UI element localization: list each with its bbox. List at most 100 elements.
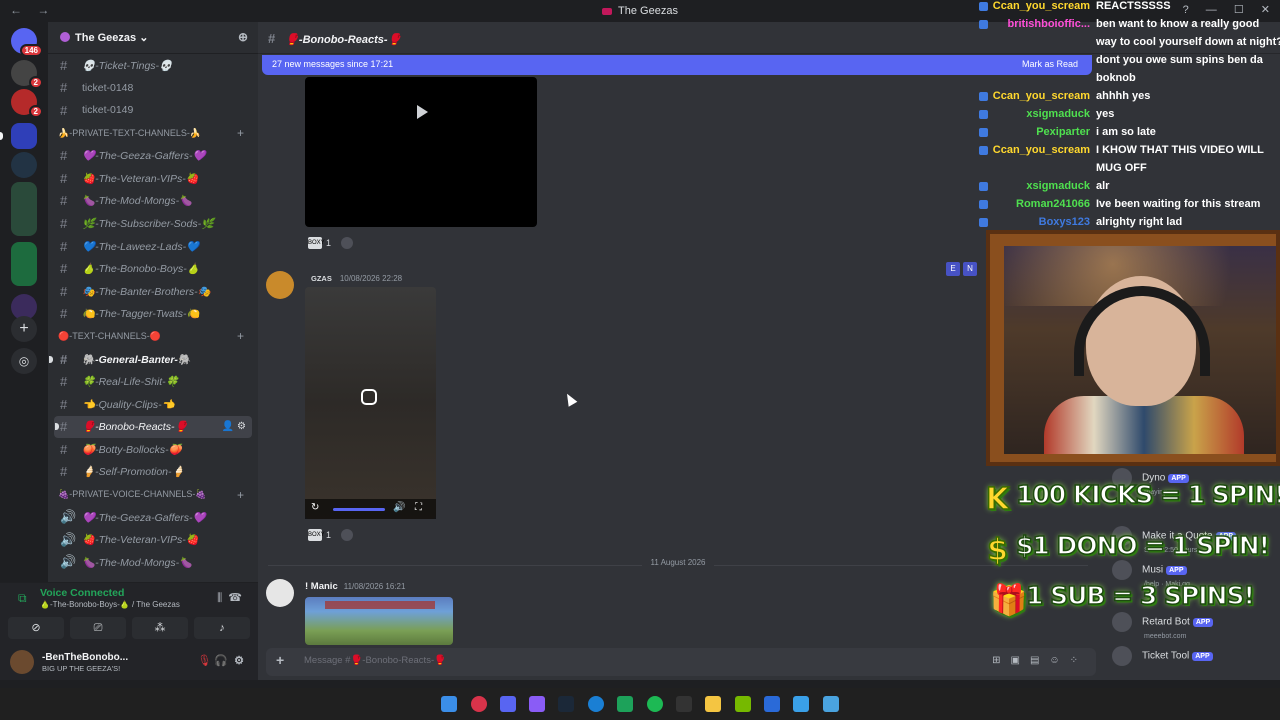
mention-badge: 2 [28,76,43,89]
hash-icon: # [60,193,68,209]
create-channel-icon[interactable]: + [237,126,244,140]
app-icon[interactable] [793,696,809,712]
channel-item[interactable]: # 🍦-Self-Promotion-🍦 [48,461,258,484]
volume-slider[interactable] [333,508,385,511]
message-composer[interactable]: + Message #🥊-Bonobo-Reacts-🥊 ⊞▣▤☺⁘ [266,648,1096,676]
channel-item[interactable]: # 🍑-Botty-Bollocks-🍑 [48,438,258,461]
person-add-icon[interactable]: ⊕ [238,30,248,44]
message-input[interactable]: Message #🥊-Bonobo-Reacts-🥊 [304,655,446,666]
channel-item[interactable]: # 👈-Quality-Clips-👈 [48,393,258,416]
member-item[interactable]: Ticket Tool APP [1112,646,1213,667]
apps-icon[interactable]: ⁘ [1070,655,1088,666]
gif-icon[interactable]: ▣ [1010,655,1029,666]
disconnect-icon[interactable]: ☎ [228,592,242,604]
server-icon[interactable] [11,152,37,178]
file-explorer-icon[interactable] [705,696,721,712]
nvidia-icon[interactable] [735,696,751,712]
signal-icon: ⧉ [18,591,27,605]
channel-item[interactable]: # 🍋-The-Tagger-Twats-🍋 [48,303,258,326]
add-reaction-icon[interactable] [341,237,354,249]
voice-channel-item[interactable]: 🔊 💜-The-Geeza-Gaffers-💜 [48,506,258,529]
activities-icon[interactable]: ⁂ [132,617,188,639]
channel-category[interactable]: 🔴-TEXT-CHANNELS-🔴 + [48,325,258,348]
channel-label: 🐘-General-Banter-🐘 [82,353,191,366]
create-channel-icon[interactable]: + [237,488,244,502]
message-author[interactable]: ! Manic [305,581,338,592]
camera-off-icon[interactable]: ⊘ [8,617,64,639]
avatar[interactable] [266,579,294,607]
channel-item[interactable]: # ticket-0149 [48,99,258,122]
gift-icon[interactable]: ⊞ [992,655,1010,666]
channel-item[interactable]: # 💀-Ticket-Tings-💀 [48,54,258,77]
reaction-emoji[interactable]: BOXY [308,237,325,249]
settings-gear-icon[interactable]: ⚙ [234,655,244,667]
add-server-icon[interactable]: + [11,316,37,342]
channel-item[interactable]: # 🌿-The-Subscriber-Sods-🌿 [48,212,258,235]
voice-channel-item[interactable]: 🔊 🍓-The-Veteran-VIPs-🍓 [48,528,258,551]
channel-category[interactable]: 🍌-PRIVATE-TEXT-CHANNELS-🍌 + [48,122,258,145]
avatar[interactable] [10,650,34,674]
create-channel-icon[interactable]: + [237,329,244,343]
channel-item[interactable]: # 🍓-The-Veteran-VIPs-🍓 [48,167,258,190]
side-badge[interactable]: E [946,262,960,276]
mute-icon[interactable]: 🎙 [197,655,211,667]
app-icon[interactable] [764,696,780,712]
avatar[interactable] [266,271,294,299]
add-attachment-icon[interactable]: + [276,652,284,668]
channel-item[interactable]: # 🍆-The-Mod-Mongs-🍆 [48,190,258,213]
noise-suppression-icon[interactable]: ⫼ [217,592,222,604]
channel-item[interactable]: # 🍐-The-Bonobo-Boys-🍐 [48,257,258,280]
fullscreen-icon[interactable]: ⛶ [415,502,422,513]
side-badge[interactable]: N [963,262,977,276]
spotify-icon[interactable] [647,696,663,712]
screen-share-icon[interactable]: ⎚ [70,617,126,639]
channel-item[interactable]: # 🍀-Real-Life-Shit-🍀 [48,370,258,393]
home-button[interactable]: 146 [11,28,43,57]
voice-channel[interactable]: 🍐-The-Bonobo-Boys-🍐 / The Geezas [40,600,180,609]
server-folder[interactable] [11,242,37,286]
channel-item[interactable]: # 🐘-General-Banter-🐘 [48,348,258,371]
deafen-icon[interactable]: 🎧 [214,655,228,667]
app-icon[interactable] [529,696,545,712]
soundboard-icon[interactable]: ♪ [194,617,250,639]
steam-icon[interactable] [558,696,574,712]
channel-item[interactable]: # 💙-The-Laweez-Lads-💙 [48,235,258,258]
discord-icon[interactable] [500,696,516,712]
windows-start-icon[interactable] [441,696,457,712]
discover-icon[interactable]: ◎ [11,348,37,374]
channel-item[interactable]: # 🥊-Bonobo-Reacts-🥊 👤 ⚙ [54,415,252,439]
opera-icon[interactable] [471,696,487,712]
app-badge: APP [1192,651,1213,661]
new-messages-bar[interactable]: 27 new messages since 17:21 Mark as Read [262,55,1092,75]
channel-item[interactable]: # 🎭-The-Banter-Brothers-🎭 [48,280,258,303]
add-reaction-icon[interactable] [341,529,354,541]
channel-settings-icon[interactable]: 👤 ⚙ [222,421,246,432]
stream-chat-line: Ccan_you_scream REACTSSSSS [970,0,1280,18]
emoji-icon[interactable]: ☺ [1049,655,1069,666]
sticker-icon[interactable]: ▤ [1030,655,1049,666]
channel-category[interactable]: 🍇-PRIVATE-VOICE-CHANNELS-🍇 + [48,483,258,506]
video-embed[interactable] [305,77,537,227]
server-icon[interactable]: 2 [11,89,43,118]
volume-icon[interactable]: 🔊 [393,502,405,513]
username[interactable]: -BenTheBonobo... [42,652,128,663]
stream-chat-user: Ccan_you_scream [992,0,1090,12]
server-icon-geezas[interactable] [0,123,37,149]
replay-icon[interactable]: ↻ [311,502,319,513]
epic-games-icon[interactable] [676,696,692,712]
voice-channel-item[interactable]: 🔊 🍆-The-Mod-Mongs-🍆 [48,551,258,574]
channel-item[interactable]: # ticket-0148 [48,77,258,100]
hash-icon: # [268,31,276,46]
edge-icon[interactable] [588,696,604,712]
play-icon[interactable] [417,105,428,119]
guild-header[interactable]: The Geezas ⌄ ⊕ [48,22,258,54]
channel-item[interactable]: # 💜-The-Geeza-Gaffers-💜 [48,144,258,167]
server-folder[interactable] [11,182,37,236]
app-icon[interactable] [823,696,839,712]
app-icon[interactable] [617,696,633,712]
server-icon[interactable]: 2 [11,60,43,89]
channel-label: 💙-The-Laweez-Lads-💙 [82,240,200,253]
image-embed[interactable] [305,597,453,645]
reaction-emoji[interactable]: BOXY [308,529,325,541]
instagram-video-embed[interactable]: ↻ 🔊 ⛶ [305,287,436,519]
